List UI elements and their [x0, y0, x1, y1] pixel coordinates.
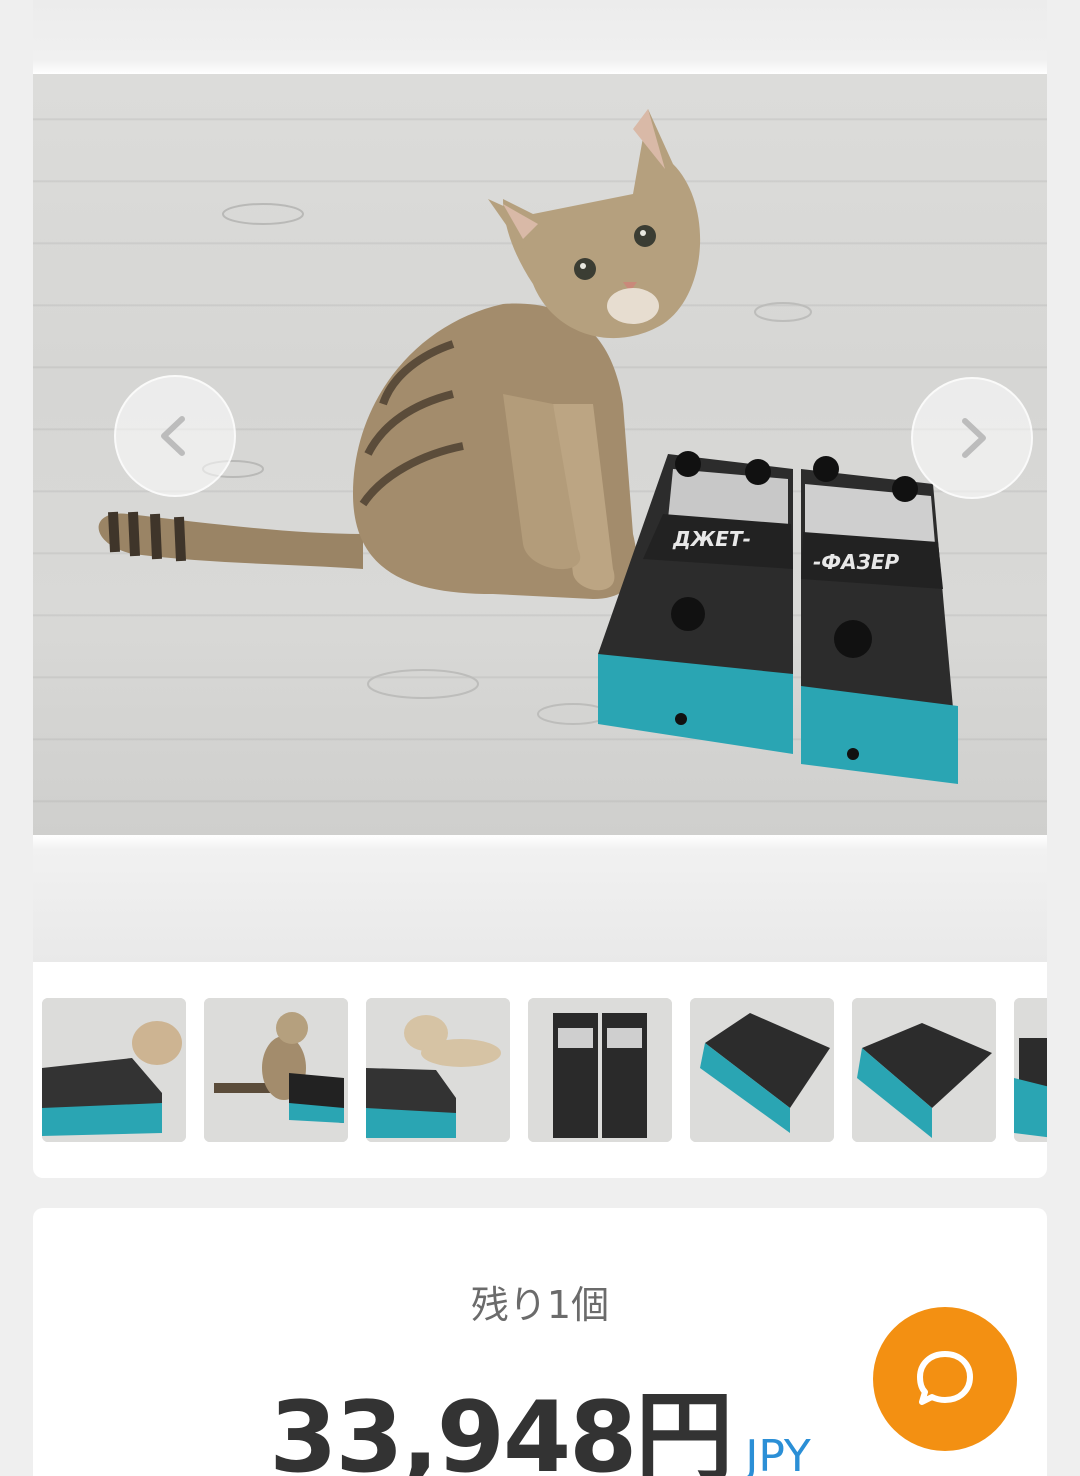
gallery-next-button[interactable]	[911, 377, 1033, 499]
thumbnail-5[interactable]	[690, 998, 834, 1142]
pedal-label-right: -ФАЗЕР	[813, 550, 899, 574]
thumbnail-4[interactable]	[528, 998, 672, 1142]
chevron-right-icon	[962, 418, 986, 458]
chevron-left-icon	[161, 416, 185, 456]
product-page: ДЖЕТ- -ФАЗЕР 残り1個 33,948円 JPY	[0, 0, 1080, 1476]
price-value: 33,948円	[269, 1381, 733, 1476]
thumbnail-strip[interactable]	[33, 962, 1047, 1178]
chat-button[interactable]	[873, 1307, 1017, 1451]
thumbnail-2[interactable]	[204, 998, 348, 1142]
pedal-label-left: ДЖЕТ-	[672, 527, 751, 551]
image-gallery: ДЖЕТ- -ФАЗЕР	[33, 0, 1047, 962]
thumbnail-6[interactable]	[852, 998, 996, 1142]
chat-bubble-icon	[917, 1351, 973, 1405]
gallery-prev-button[interactable]	[114, 375, 236, 497]
thumbnail-3[interactable]	[366, 998, 510, 1142]
thumbnail-7[interactable]	[1014, 998, 1047, 1142]
thumbnail-1[interactable]	[42, 998, 186, 1142]
currency-code: JPY	[745, 1431, 811, 1476]
stock-remaining: 残り1個	[470, 1283, 610, 1327]
